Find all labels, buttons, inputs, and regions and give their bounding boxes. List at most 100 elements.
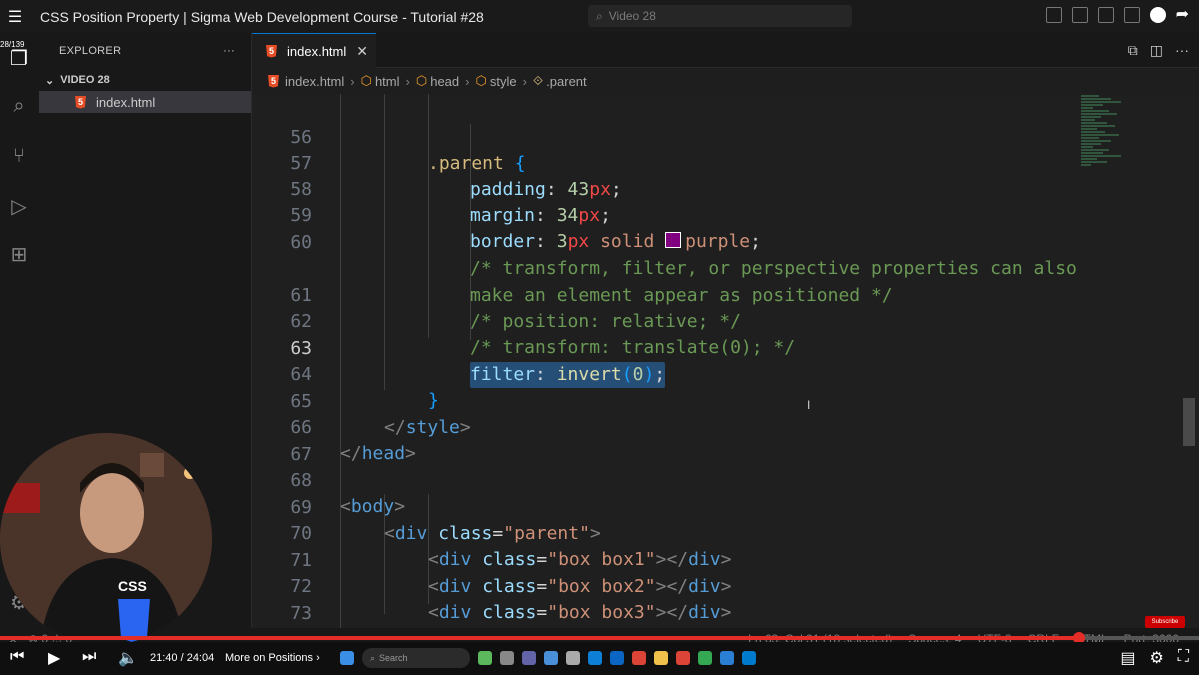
taskbar-search[interactable]: ⌕ Search <box>362 648 470 668</box>
html5-file-icon: 5 <box>266 44 277 58</box>
run-debug-icon[interactable]: ▷ <box>6 193 32 219</box>
vscode-icon[interactable] <box>742 651 756 665</box>
code-line: 69 <div class="parent"> <box>252 469 1122 544</box>
windows-taskbar: ⌕ Search <box>340 648 756 668</box>
code-line: 73 <div class="box box4"></div> <box>252 575 1122 624</box>
code-line: 74 </div> <box>252 601 1122 627</box>
code-line: 65 </style> <box>252 363 1122 438</box>
progress-fill <box>0 636 1080 640</box>
close-icon[interactable]: ✕ <box>356 43 368 60</box>
vertical-scrollbar[interactable] <box>1183 398 1195 446</box>
chapter-label: More on Positions <box>225 652 314 664</box>
code-line: 59 border: 3px solid purple; <box>252 177 1122 252</box>
store-icon[interactable] <box>610 651 624 665</box>
breadcrumb: 5 index.html › ⬡ html › ⬡ head › ⬡ style… <box>252 68 1199 94</box>
code-line: 62 /* transform: translate(0); */ <box>252 283 1122 358</box>
window-layout-controls: ➦ <box>1045 7 1189 23</box>
code-line: 61 /* position: relative; */ <box>252 257 1122 332</box>
chrome-icon[interactable] <box>632 651 646 665</box>
svg-text:CSS: CSS <box>118 578 147 594</box>
code-line: 68 <body> <box>252 442 1122 517</box>
css-selector-icon: ⟐ <box>532 73 544 88</box>
chevron-down-icon: ⌄ <box>45 74 55 87</box>
code-line-current: 63 filter: invert(0); <box>252 310 1122 388</box>
code-editor[interactable]: 56 .parent { 57 padding: 43px; 58 margin… <box>252 94 1199 628</box>
code-line: 60 /* transform, filter, or perspective … <box>252 204 1122 279</box>
minimap[interactable] <box>1081 94 1141 254</box>
explorer-icon[interactable]: ❐ <box>6 45 32 71</box>
previous-icon[interactable]: ⏮ <box>10 648 24 666</box>
video-progress-bar[interactable] <box>0 632 1199 644</box>
next-icon[interactable]: ⏭ <box>82 648 96 666</box>
explorer-header: EXPLORER ··· <box>39 33 251 69</box>
element-icon: ⬡ <box>415 73 428 88</box>
element-icon: ⬡ <box>475 73 487 88</box>
toggle-secondary-sidebar-icon[interactable] <box>1097 7 1114 23</box>
search-icon: ⌕ <box>370 652 376 663</box>
extensions-icon[interactable]: ⊞ <box>6 241 32 267</box>
more-actions-icon[interactable]: ··· <box>223 45 235 57</box>
toggle-sidebar-icon[interactable] <box>1045 7 1062 23</box>
breadcrumb-item[interactable]: head <box>430 74 459 89</box>
chevron-right-icon: › <box>350 73 355 89</box>
tab-index-html[interactable]: 5 index.html ✕ <box>252 33 376 68</box>
source-control-icon[interactable]: ⑂ <box>6 143 32 169</box>
chevron-right-icon: › <box>465 73 470 89</box>
command-center-search[interactable]: ⌕ Video 28 <box>588 5 852 27</box>
task-view-icon[interactable] <box>500 651 514 665</box>
edge-icon[interactable] <box>588 651 602 665</box>
video-title-bar: ☰ CSS Position Property | Sigma Web Deve… <box>0 0 1199 33</box>
mouse-cursor-icon: I <box>807 398 811 412</box>
presenter-webcam: CSS <box>0 433 212 645</box>
code-line: 58 margin: 34px; <box>252 151 1122 226</box>
todo-icon[interactable] <box>720 651 734 665</box>
file-explorer-icon[interactable] <box>654 651 668 665</box>
playback-time: 21:40 / 24:04 <box>150 652 215 664</box>
toggle-panel-icon[interactable] <box>1071 7 1088 23</box>
watch-later-icon[interactable] <box>1149 7 1166 23</box>
playlist-menu-icon[interactable]: ☰ <box>0 0 30 33</box>
widgets-icon[interactable] <box>478 651 492 665</box>
calendar-icon[interactable] <box>544 651 558 665</box>
html5-file-icon: 5 <box>75 95 86 109</box>
tab-label: index.html <box>287 43 347 59</box>
split-editor-icon[interactable]: ◫ <box>1150 42 1163 59</box>
code-line-wrap: make an element appear as positioned */ <box>252 231 1122 306</box>
element-icon: ⬡ <box>360 73 372 88</box>
subscribe-badge[interactable]: Subscribe <box>1145 616 1185 628</box>
video-title: CSS Position Property | Sigma Web Develo… <box>40 8 484 25</box>
settings-icon[interactable]: ⚙ <box>1149 648 1163 668</box>
editor-actions: ⧉ ◫ ··· <box>1128 42 1189 59</box>
more-actions-icon[interactable]: ··· <box>1175 42 1189 59</box>
code-line: 64 } <box>252 336 1122 411</box>
breadcrumb-item[interactable]: index.html <box>285 74 344 89</box>
open-preview-icon[interactable]: ⧉ <box>1128 42 1138 59</box>
chevron-right-icon: › <box>522 73 527 89</box>
command-center-label: Video 28 <box>608 9 656 23</box>
chapter-title[interactable]: More on Positions › <box>225 652 320 664</box>
chrome-alt-icon[interactable] <box>698 651 712 665</box>
folder-label: VIDEO 28 <box>60 74 110 86</box>
share-icon[interactable]: ➦ <box>1176 7 1189 23</box>
taskbar-search-label: Search <box>379 653 408 663</box>
player-controls: ⏮ ▶ ⏭ 🔈 21:40 / 24:04 More on Positions … <box>0 642 1199 675</box>
breadcrumb-item[interactable]: .parent <box>546 74 586 89</box>
windows-start-icon[interactable] <box>340 651 354 665</box>
settings-app-icon[interactable] <box>566 651 580 665</box>
chrome-profile-icon[interactable] <box>676 651 690 665</box>
folder-video-28[interactable]: ⌄ VIDEO 28 <box>39 69 251 91</box>
teams-icon[interactable] <box>522 651 536 665</box>
fullscreen-exit-icon[interactable]: ⛶ <box>1178 648 1189 668</box>
breadcrumb-item[interactable]: style <box>490 74 517 89</box>
html5-file-icon: 5 <box>268 74 279 88</box>
customize-layout-icon[interactable] <box>1123 7 1140 23</box>
code-line: 67 <box>252 416 1122 465</box>
captions-icon[interactable]: ▤ <box>1120 648 1135 668</box>
breadcrumb-item[interactable]: html <box>375 74 400 89</box>
search-icon[interactable]: ⌕ <box>6 93 32 119</box>
volume-icon[interactable]: 🔈 <box>118 648 138 668</box>
editor-tab-bar: 5 index.html ✕ ⧉ ◫ ··· <box>252 33 1199 68</box>
code-line: 72 <div class="box box3"></div> <box>252 548 1122 623</box>
play-icon[interactable]: ▶ <box>48 648 60 668</box>
file-index-html[interactable]: 5 index.html <box>39 91 251 113</box>
